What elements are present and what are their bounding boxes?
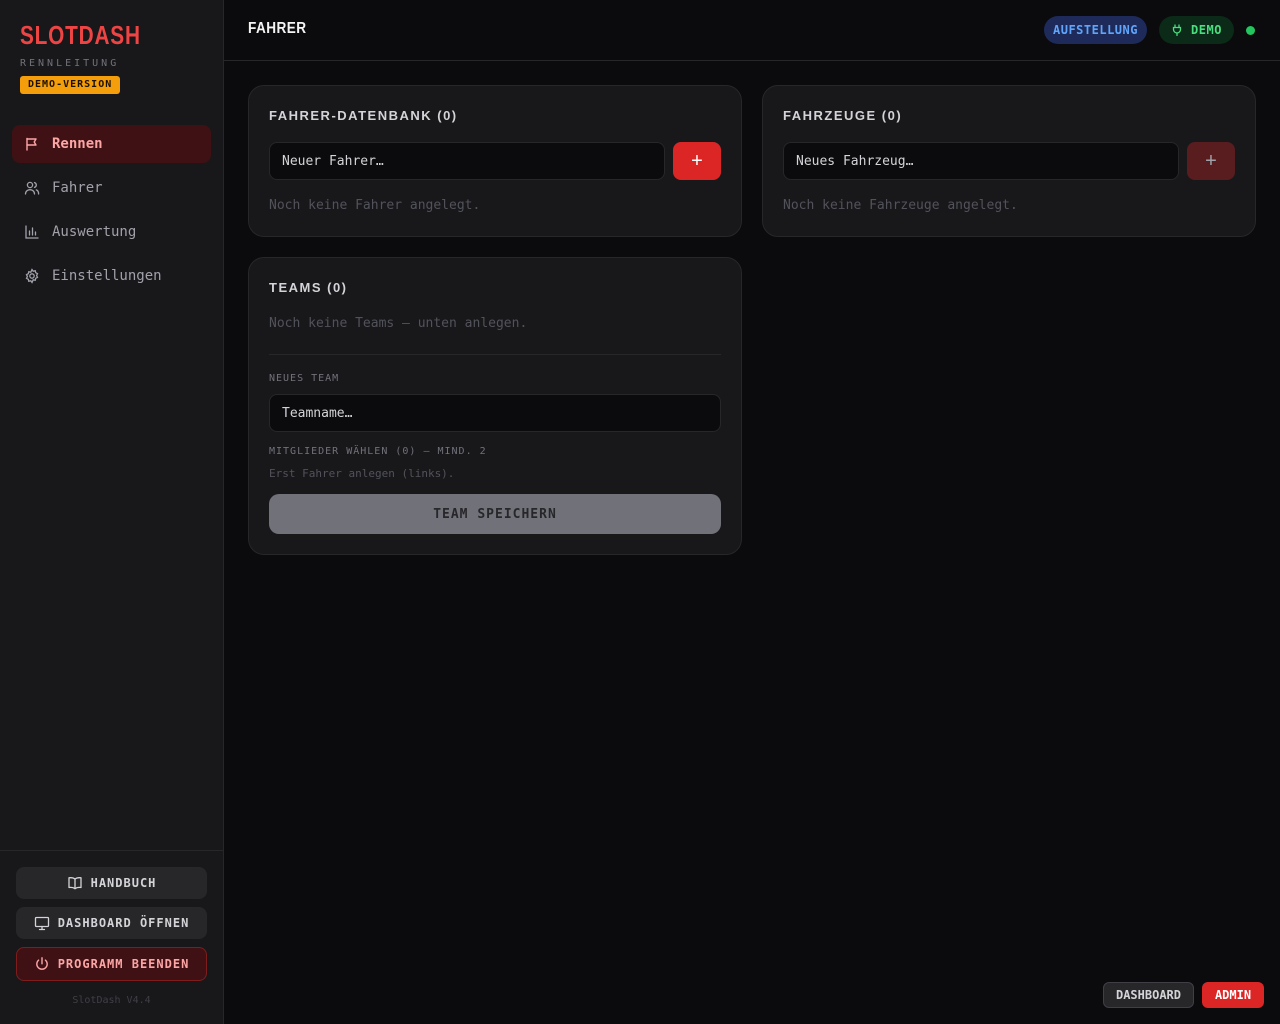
teams-empty-text: Noch keine Teams — unten anlegen.	[269, 316, 528, 331]
teams-divider	[269, 354, 721, 355]
sidebar-item-fahrer[interactable]: Fahrer	[12, 169, 211, 207]
connection-mode-badge: DEMO	[1159, 16, 1234, 44]
users-icon	[24, 181, 40, 195]
plug-icon	[1172, 24, 1182, 36]
sidebar-item-label: Einstellungen	[52, 268, 162, 284]
sidebar-footer: HANDBUCH DASHBOARD ÖFFNEN PROGRAMM BEEND…	[0, 850, 223, 1024]
handbuch-button[interactable]: HANDBUCH	[16, 867, 207, 899]
brand-subtitle: RENNLEITUNG	[20, 58, 120, 69]
new-team-label: NEUES TEAM	[269, 373, 340, 384]
team-name-input[interactable]	[269, 394, 721, 432]
quit-program-button[interactable]: PROGRAMM BEENDEN	[16, 947, 207, 981]
version-label: SlotDash V4.4	[72, 995, 151, 1006]
sidebar-item-label: Rennen	[52, 136, 103, 152]
new-driver-input[interactable]	[269, 142, 665, 180]
drivers-empty-text: Noch keine Fahrer angelegt.	[269, 198, 481, 213]
dashboard-view-button[interactable]: DASHBOARD	[1103, 982, 1194, 1008]
sidebar-item-rennen[interactable]: Rennen	[12, 125, 211, 163]
handbuch-label: HANDBUCH	[90, 876, 157, 890]
page-title: FAHRER	[248, 20, 307, 37]
save-team-button[interactable]: TEAM SPEICHERN	[269, 494, 721, 534]
bar-chart-icon	[25, 225, 39, 239]
power-icon	[35, 957, 48, 970]
monitor-icon	[34, 916, 49, 931]
brand: SLOTDASH RENNLEITUNG DEMO-VERSION	[20, 20, 171, 94]
quit-program-label: PROGRAMM BEENDEN	[57, 957, 190, 971]
demo-version-badge: DEMO-VERSION	[20, 76, 121, 94]
teams-card-title: TEAMS (0)	[269, 280, 348, 295]
flag-icon	[26, 137, 37, 151]
add-vehicle-button[interactable]: +	[1187, 142, 1235, 180]
sidebar: SLOTDASH RENNLEITUNG DEMO-VERSION Rennen…	[0, 0, 224, 1024]
sidebar-item-auswertung[interactable]: Auswertung	[12, 213, 211, 251]
sidebar-nav: Rennen Fahrer Auswertung Einstellungen	[12, 125, 211, 301]
admin-view-button[interactable]: ADMIN	[1202, 982, 1264, 1008]
members-hint: Erst Fahrer anlegen (links).	[269, 467, 455, 480]
new-vehicle-input[interactable]	[783, 142, 1179, 180]
vehicles-card-title: FAHRZEUGE (0)	[783, 108, 903, 123]
race-status-badge: AUFSTELLUNG	[1044, 16, 1147, 44]
brand-title: SLOTDASH	[20, 20, 141, 50]
drivers-card-title: FAHRER-DATENBANK (0)	[269, 108, 458, 123]
vehicles-card: FAHRZEUGE (0) + Noch keine Fahrzeuge ang…	[762, 85, 1256, 237]
add-driver-button[interactable]: +	[673, 142, 721, 180]
sidebar-item-einstellungen[interactable]: Einstellungen	[12, 257, 211, 295]
dashboard-open-label: DASHBOARD ÖFFNEN	[57, 916, 190, 930]
connection-status-dot	[1246, 26, 1255, 35]
sidebar-item-label: Fahrer	[52, 180, 103, 196]
teams-card: TEAMS (0) Noch keine Teams — unten anleg…	[248, 257, 742, 555]
vehicles-empty-text: Noch keine Fahrzeuge angelegt.	[783, 198, 1018, 213]
connection-mode-label: DEMO	[1191, 23, 1222, 37]
dashboard-open-button[interactable]: DASHBOARD ÖFFNEN	[16, 907, 207, 939]
top-bar: FAHRER AUFSTELLUNG DEMO	[224, 0, 1280, 61]
drivers-card: FAHRER-DATENBANK (0) + Noch keine Fahrer…	[248, 85, 742, 237]
sidebar-item-label: Auswertung	[52, 224, 137, 240]
members-label: MITGLIEDER WÄHLEN (0) — MIND. 2	[269, 446, 487, 457]
book-icon	[67, 877, 82, 890]
gear-icon	[25, 268, 39, 284]
